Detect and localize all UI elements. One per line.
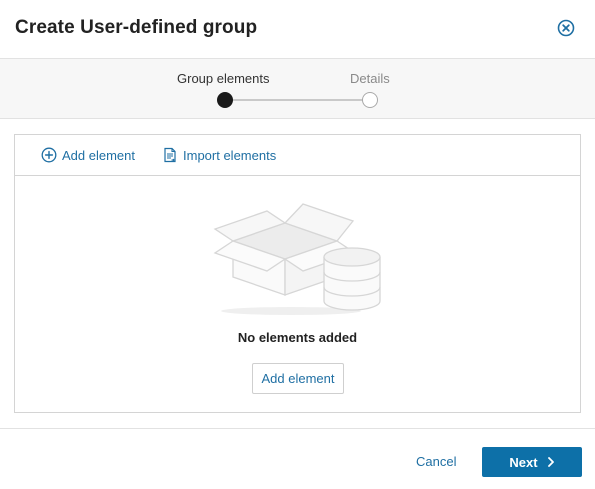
step-dot-active <box>217 92 233 108</box>
close-icon[interactable] <box>557 19 575 37</box>
import-document-icon <box>164 147 176 163</box>
empty-state-illustration <box>211 201 387 317</box>
add-element-link[interactable]: Add element <box>41 147 135 163</box>
empty-state-message: No elements added <box>237 330 358 345</box>
import-elements-link[interactable]: Import elements <box>162 147 276 163</box>
import-elements-link-label: Import elements <box>183 147 277 163</box>
chevron-right-icon <box>547 457 554 467</box>
dialog-footer: Cancel Next <box>0 428 595 489</box>
stepper: Group elements Details <box>0 59 595 119</box>
create-group-dialog: Create User-defined group Group elements… <box>0 0 595 488</box>
add-element-button[interactable]: Add element <box>252 363 344 394</box>
elements-panel: Add element Import elements No elements … <box>14 134 581 413</box>
step-dot-inactive <box>362 92 378 108</box>
step-label-group-elements: Group elements <box>177 71 270 86</box>
step-label-details: Details <box>350 71 390 86</box>
cancel-button[interactable]: Cancel <box>416 454 456 469</box>
stepper-track <box>232 99 364 101</box>
plus-circle-icon <box>41 147 57 163</box>
panel-toolbar: Add element Import elements <box>15 135 580 176</box>
dialog-title: Create User-defined group <box>15 17 258 38</box>
add-element-link-label: Add element <box>62 147 135 163</box>
next-button[interactable]: Next <box>482 447 582 477</box>
next-button-label: Next <box>509 454 538 470</box>
dialog-header: Create User-defined group <box>0 0 595 59</box>
